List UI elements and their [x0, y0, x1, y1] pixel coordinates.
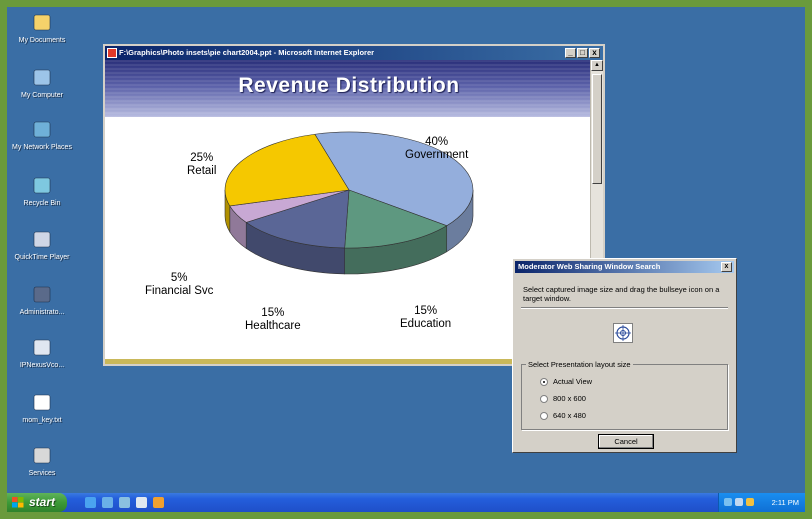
user-icon — [30, 284, 54, 306]
pie-category-label: Healthcare — [245, 320, 301, 332]
radio-icon[interactable] — [540, 377, 548, 386]
desktop-icon-label: mom_key.txt — [22, 417, 62, 424]
radio-icon[interactable] — [540, 394, 548, 403]
bullseye-icon[interactable] — [613, 323, 633, 343]
computer-icon — [30, 67, 54, 89]
desktop-icon-label: My Network Places — [12, 144, 72, 151]
pie-category-label: Education — [400, 318, 452, 330]
ie-window-title: F:\Graphics\Photo insets\pie chart2004.p… — [119, 48, 375, 57]
network-icon — [30, 119, 54, 141]
ie-app-icon — [107, 48, 117, 58]
scroll-thumb[interactable] — [592, 74, 602, 184]
desktop-quicklaunch-icon[interactable] — [119, 497, 130, 508]
scroll-up-icon[interactable]: ▲ — [591, 60, 603, 71]
minimize-button[interactable]: _ — [565, 48, 576, 58]
volume-tray-icon[interactable] — [735, 498, 743, 506]
ie-titlebar[interactable]: F:\Graphics\Photo insets\pie chart2004.p… — [105, 46, 603, 60]
desktop-icon-label: Administrato... — [19, 309, 65, 316]
system-tray: 2:11 PM — [718, 493, 805, 512]
desktop-icon[interactable]: IPNexusVco... — [7, 337, 77, 370]
dialog-titlebar[interactable]: Moderator Web Sharing Window Search x — [515, 261, 734, 273]
layout-size-group: Select Presentation layout size Actual V… — [521, 360, 728, 430]
desktop-icon-label: IPNexusVco... — [19, 362, 65, 369]
ie-quicklaunch-icon[interactable] — [85, 497, 96, 508]
windows-flag-icon — [12, 497, 24, 508]
dialog-divider — [521, 307, 728, 309]
layout-option[interactable]: 640 x 480 — [540, 411, 586, 420]
dialog-close-button[interactable]: x — [721, 262, 732, 272]
pie-data-label: 15% Education — [400, 305, 451, 331]
layout-size-legend: Select Presentation layout size — [526, 360, 633, 369]
desktop-icon[interactable]: My Documents — [7, 12, 77, 45]
media-quicklaunch-icon[interactable] — [136, 497, 147, 508]
layout-option[interactable]: Actual View — [540, 377, 592, 386]
desktop-icon-label: Recycle Bin — [23, 200, 61, 207]
services-icon — [30, 445, 54, 467]
moderator-dialog[interactable]: Moderator Web Sharing Window Search x Se… — [512, 258, 737, 453]
desktop-icon[interactable]: My Network Places — [7, 119, 77, 152]
phone-icon — [30, 337, 54, 359]
layout-option-label: Actual View — [553, 377, 593, 386]
pie-percent-label: 15% — [261, 307, 285, 319]
dialog-title: Moderator Web Sharing Window Search — [518, 262, 661, 271]
taskbar: start 2:11 PM — [7, 493, 805, 512]
pie-data-label: 25% Retail — [187, 152, 216, 178]
pie-percent-label: 15% — [414, 305, 438, 317]
folder-icon — [30, 12, 54, 34]
pie-category-label: Financial Svc — [145, 285, 214, 297]
pie-data-label: 40% Government — [405, 136, 468, 162]
text-file-icon — [30, 392, 54, 414]
desktop-icon[interactable]: Services — [7, 445, 77, 478]
firefox-quicklaunch-icon[interactable] — [153, 497, 164, 508]
pie-data-label: 15% Healthcare — [245, 307, 301, 333]
layout-option-label: 800 x 600 — [553, 394, 586, 403]
dialog-instructions: Select captured image size and drag the … — [523, 285, 720, 303]
network-tray-icon[interactable] — [724, 498, 732, 506]
outlook-quicklaunch-icon[interactable] — [102, 497, 113, 508]
pie-category-label: Retail — [187, 165, 217, 177]
desktop: My Documents My Computer My Network Places… — [7, 7, 805, 493]
layout-option-label: 640 x 480 — [553, 411, 586, 420]
pie-percent-label: 5% — [170, 272, 188, 284]
radio-icon[interactable] — [540, 411, 548, 420]
pie-data-label: 5% Financial Svc — [145, 272, 213, 298]
layout-option[interactable]: 800 x 600 — [540, 394, 586, 403]
quick-launch — [85, 497, 164, 508]
pie-category-label: Government — [405, 149, 469, 161]
start-button[interactable]: start — [7, 493, 67, 512]
pie-percent-label: 25% — [190, 152, 214, 164]
desktop-icon-label: My Computer — [20, 92, 63, 99]
start-label: start — [29, 495, 56, 509]
desktop-icon[interactable]: QuickTime Player — [7, 229, 77, 262]
desktop-icon[interactable]: Administrato... — [7, 284, 77, 317]
desktop-icon-label: My Documents — [18, 37, 66, 44]
pie-percent-label: 40% — [425, 136, 449, 148]
desktop-icon-label: Services — [28, 470, 56, 477]
desktop-icon-label: QuickTime Player — [14, 254, 70, 261]
quicktime-icon — [30, 229, 54, 251]
clock[interactable]: 2:11 PM — [772, 493, 799, 512]
cancel-button[interactable]: Cancel — [598, 434, 654, 449]
desktop-icon[interactable]: Recycle Bin — [7, 175, 77, 208]
recycle-bin-icon — [30, 175, 54, 197]
security-tray-icon[interactable] — [746, 498, 754, 506]
desktop-icon[interactable]: mom_key.txt — [7, 392, 77, 425]
maximize-button[interactable]: □ — [577, 48, 588, 58]
desktop-icon[interactable]: My Computer — [7, 67, 77, 100]
close-button[interactable]: x — [589, 48, 600, 58]
